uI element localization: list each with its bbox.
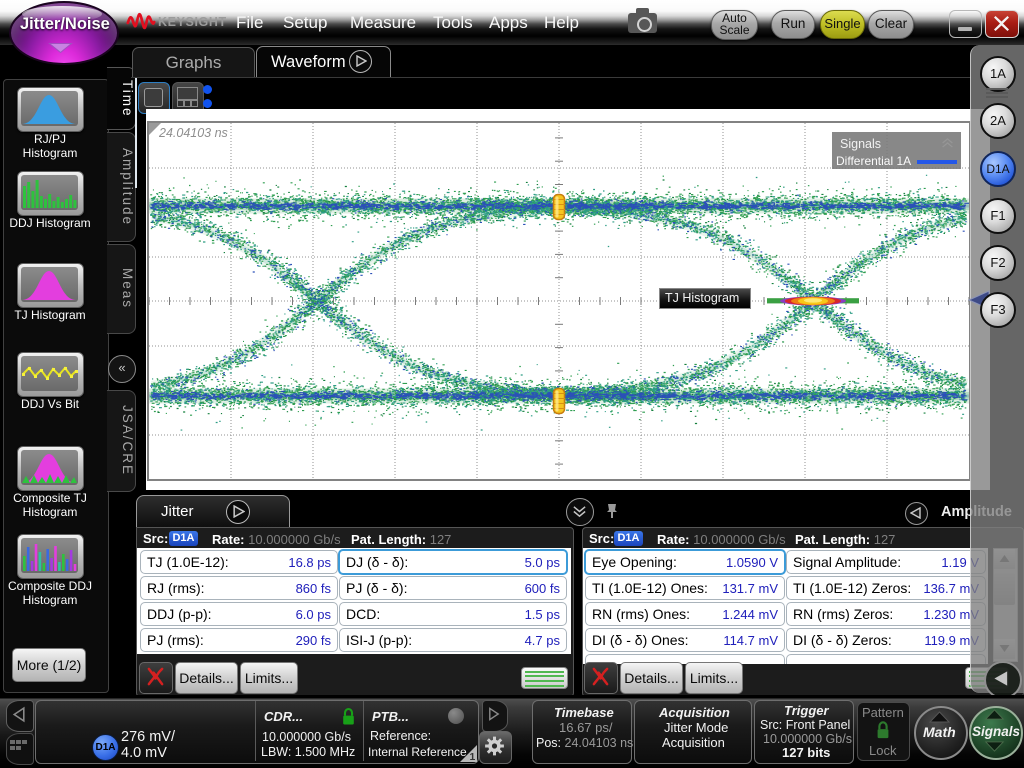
svg-text:1: 1: [469, 752, 475, 762]
